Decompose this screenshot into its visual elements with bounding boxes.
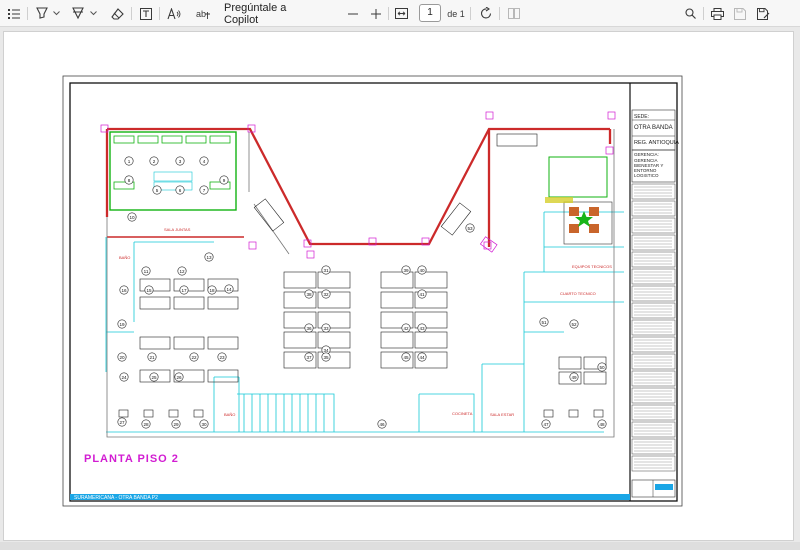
title-block-sede-label: SEDE: (634, 114, 649, 120)
page-number-input[interactable] (419, 4, 441, 22)
svg-text:34: 34 (323, 348, 329, 353)
read-aloud-icon[interactable] (165, 0, 183, 27)
pdf-page: SEDE: OTRA BANDA REG. ANTIOQUIA GERENCIA… (3, 31, 794, 541)
svg-text:26: 26 (176, 375, 182, 380)
zoom-out-icon[interactable] (345, 0, 361, 27)
caption-text: SURAMERICANA - OTRA BANDA P2 (74, 495, 158, 501)
svg-text:1: 1 (128, 159, 131, 164)
rotate-icon[interactable] (477, 0, 495, 27)
page-total-label: de 1 (447, 8, 465, 19)
meeting-room-furniture (545, 156, 613, 245)
svg-text:13: 13 (206, 255, 212, 260)
label-equipos-tecnicos: EQUIPOS TECNICOS (572, 264, 612, 269)
svg-text:33: 33 (323, 326, 329, 331)
svg-text:39: 39 (403, 268, 409, 273)
svg-text:36: 36 (306, 326, 312, 331)
translate-icon[interactable]: ab (193, 0, 213, 27)
svg-text:6: 6 (179, 188, 182, 193)
svg-text:38: 38 (306, 292, 312, 297)
highlight-icon[interactable] (34, 0, 50, 27)
svg-text:52: 52 (571, 322, 577, 327)
two-page-view-icon[interactable] (505, 0, 523, 27)
status-strip (0, 542, 800, 550)
label-bano: BAÑO (119, 255, 130, 260)
svg-text:43: 43 (419, 326, 425, 331)
green-workstation-cluster (109, 131, 237, 211)
label-cuarto-tecnico: CUARTO TECNICO (560, 291, 596, 296)
eraser-icon[interactable] (108, 0, 126, 27)
label-sala-estar: SALA ESTAR (490, 412, 514, 417)
svg-text:17: 17 (181, 288, 187, 293)
label-cocineta: COCINETA (452, 411, 473, 416)
pdf-toolbar: ab Pregúntale a Copilot de 1 (0, 0, 800, 27)
svg-text:7: 7 (203, 188, 206, 193)
svg-text:50: 50 (599, 365, 605, 370)
svg-text:21: 21 (149, 355, 155, 360)
svg-text:31: 31 (323, 268, 329, 273)
print-icon[interactable] (708, 0, 726, 27)
svg-text:41: 41 (419, 292, 425, 297)
title-block-region: REG. ANTIOQUIA (634, 140, 679, 146)
svg-text:10: 10 (129, 215, 135, 220)
title-block-gerencia-4: LOGISTICO (634, 173, 659, 178)
svg-text:12: 12 (179, 269, 185, 274)
svg-text:ab: ab (196, 9, 206, 19)
draw-options-chevron-icon[interactable] (88, 0, 98, 27)
floor-plan-drawing: SEDE: OTRA BANDA REG. ANTIOQUIA GERENCIA… (62, 75, 683, 507)
svg-text:2: 2 (153, 159, 156, 164)
highlight-options-chevron-icon[interactable] (51, 0, 61, 27)
svg-text:53: 53 (467, 226, 473, 231)
svg-text:8: 8 (128, 178, 131, 183)
svg-text:9: 9 (223, 178, 226, 183)
svg-text:5: 5 (156, 188, 159, 193)
svg-text:42: 42 (403, 326, 409, 331)
svg-text:35: 35 (323, 355, 329, 360)
svg-text:44: 44 (419, 355, 425, 360)
svg-text:19: 19 (119, 322, 125, 327)
svg-text:29: 29 (173, 422, 179, 427)
add-text-icon[interactable] (138, 0, 154, 27)
svg-text:4: 4 (203, 159, 206, 164)
svg-text:30: 30 (201, 422, 207, 427)
zoom-in-icon[interactable] (368, 0, 384, 27)
draw-icon[interactable] (70, 0, 86, 27)
svg-text:25: 25 (151, 375, 157, 380)
svg-text:15: 15 (146, 288, 152, 293)
svg-text:24: 24 (121, 375, 127, 380)
svg-text:49: 49 (571, 375, 577, 380)
svg-text:23: 23 (219, 355, 225, 360)
document-viewport[interactable]: SEDE: OTRA BANDA REG. ANTIOQUIA GERENCIA… (0, 28, 800, 542)
svg-text:16: 16 (121, 288, 127, 293)
svg-text:45: 45 (403, 355, 409, 360)
svg-text:37: 37 (306, 355, 312, 360)
svg-text:20: 20 (119, 355, 125, 360)
title-block-gerencia-label: GERENCIA: (634, 152, 659, 157)
save-icon[interactable] (731, 0, 749, 27)
svg-text:51: 51 (541, 320, 547, 325)
svg-text:18: 18 (209, 288, 215, 293)
ask-copilot-button[interactable]: Pregúntale a Copilot (224, 0, 310, 27)
title-block-sede-value: OTRA BANDA (634, 125, 673, 131)
svg-text:28: 28 (143, 422, 149, 427)
save-as-icon[interactable] (754, 0, 772, 27)
svg-text:46: 46 (379, 422, 385, 427)
label-sala-juntas: SALA JUNTAS (164, 227, 191, 232)
fit-to-width-icon[interactable] (392, 0, 410, 27)
svg-text:47: 47 (543, 422, 549, 427)
svg-text:3: 3 (179, 159, 182, 164)
svg-text:48: 48 (599, 422, 605, 427)
label-bano-2: BAÑO (224, 412, 235, 417)
title-block: SEDE: OTRA BANDA REG. ANTIOQUIA GERENCIA… (629, 83, 679, 501)
contents-list-icon[interactable] (4, 0, 24, 27)
svg-text:27: 27 (119, 420, 125, 425)
svg-text:32: 32 (323, 292, 329, 297)
svg-text:40: 40 (419, 268, 425, 273)
svg-text:14: 14 (226, 287, 232, 292)
plan-title: PLANTA PISO 2 (84, 453, 179, 465)
search-icon[interactable] (681, 0, 699, 27)
svg-text:11: 11 (144, 269, 149, 274)
svg-text:22: 22 (191, 355, 197, 360)
